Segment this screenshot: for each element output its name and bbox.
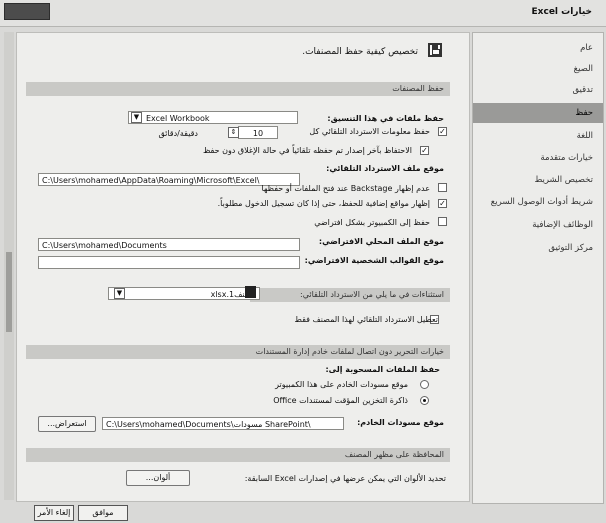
personal-templates-label: موقع القوالب الشخصية الافتراضي:	[304, 256, 444, 265]
checked-out-label: حفظ الملفات المسحوبة إلى:	[325, 365, 440, 374]
office-cache-label: ذاكرة التخزين المؤقت لمستندات Office	[273, 396, 408, 405]
no-backstage-label: عدم إظهار Backstage عند فتح الملفات أو ح…	[261, 184, 430, 193]
default-local-input[interactable]: C:\Users\mohamed\Documents	[38, 238, 300, 251]
personal-templates-input[interactable]	[38, 256, 300, 269]
excel-file-icon	[245, 286, 256, 298]
keep-last-checkbox[interactable]: ✓	[420, 146, 429, 155]
section-header-autorecover-exceptions: استثناءات في ما يلي من الاسترداد التلقائ…	[250, 288, 450, 302]
exceptions-workbook-select[interactable]: مصنف1.xlsx	[108, 287, 260, 300]
show-locations-checkbox[interactable]: ✓	[438, 199, 447, 208]
save-format-value: Excel Workbook	[146, 114, 210, 123]
autorecover-unit: دقيقة/دقائق	[158, 129, 198, 138]
section-header-offline-editing: خيارات التحرير دون اتصال لملفات خادم إدا…	[26, 345, 450, 359]
server-location-input[interactable]: C:\Users\mohamed\Documents\مسودات ShareP…	[102, 417, 344, 430]
sidebar-item-quick-access[interactable]: شريط أدوات الوصول السريع	[473, 193, 603, 211]
autorecover-checkbox[interactable]: ✓	[438, 127, 447, 136]
no-backstage-checkbox[interactable]	[438, 183, 447, 192]
server-drafts-label: موقع مسودات الخادم على هذا الكمبيوتر	[275, 380, 408, 389]
colors-label: تحديد الألوان التي يمكن عرضها في إصدارات…	[244, 474, 446, 483]
colors-button[interactable]: ألوان...	[126, 470, 190, 486]
save-icon	[428, 43, 442, 57]
sidebar-item-language[interactable]: اللغة	[473, 127, 603, 145]
window-title: خيارات Excel	[531, 7, 592, 17]
autorecover-label: حفظ معلومات الاسترداد التلقائي كل	[309, 127, 430, 136]
server-location-label: موقع مسودات الخادم:	[357, 418, 444, 427]
section-header-visual-appearance: المحافظة على مظهر المصنف	[26, 448, 450, 462]
sidebar-item-save[interactable]: حفظ	[473, 103, 603, 123]
server-drafts-radio[interactable]	[420, 380, 429, 389]
sidebar-item-formulas[interactable]: الصيغ	[473, 60, 603, 78]
autorecover-minutes-input[interactable]: 10	[238, 126, 278, 139]
show-locations-label: إظهار مواقع إضافية للحفظ، حتى إذا كان تس…	[217, 199, 430, 208]
disable-autorecover-label: تعطيل الاسترداد التلقائي لهذا المصنف فقط	[294, 315, 438, 324]
section-header-save-workbooks: حفظ المصنفات	[26, 82, 450, 96]
sidebar-item-customize-ribbon[interactable]: تخصيص الشريط	[473, 171, 603, 189]
browse-button[interactable]: استعراض...	[38, 416, 96, 432]
save-to-computer-checkbox[interactable]	[438, 217, 447, 226]
sidebar-item-advanced[interactable]: خيارات متقدمة	[473, 149, 603, 167]
exceptions-dropdown-icon[interactable]: ▼	[114, 288, 125, 299]
keep-last-label: الاحتفاظ بآخر إصدار تم حفظه تلقائياً في …	[202, 146, 412, 155]
save-format-select[interactable]: ▼ Excel Workbook	[128, 111, 298, 124]
sidebar-item-trust-center[interactable]: مركز التوثيق	[473, 239, 603, 257]
chevron-down-icon[interactable]: ▼	[131, 112, 142, 123]
autorecover-location-label: موقع ملف الاسترداد التلقائي:	[326, 164, 444, 173]
office-cache-radio[interactable]	[420, 396, 429, 405]
options-sidebar: عام الصيغ تدقيق حفظ اللغة خيارات متقدمة …	[472, 32, 604, 504]
save-format-label: حفظ ملفات في هذا التنسيق:	[327, 114, 444, 123]
sidebar-item-addins[interactable]: الوظائف الإضافية	[473, 216, 603, 234]
scrollbar[interactable]	[4, 32, 14, 500]
save-to-computer-label: حفظ إلى الكمبيوتر بشكل افتراضي	[314, 218, 430, 227]
ok-button[interactable]: موافق	[78, 505, 128, 521]
intro-text: تخصيص كيفية حفظ المصنفات.	[302, 47, 418, 57]
sidebar-item-proofing[interactable]: تدقيق	[473, 81, 603, 99]
minutes-spinner-icon[interactable]: ⇕	[228, 127, 239, 138]
title-bar: خيارات Excel	[0, 0, 606, 27]
sidebar-item-general[interactable]: عام	[473, 39, 603, 57]
default-local-label: موقع الملف المحلي الافتراضي:	[318, 237, 444, 246]
cancel-button[interactable]: إلغاء الأمر	[34, 505, 74, 521]
window-controls[interactable]	[4, 3, 50, 20]
scrollbar-thumb[interactable]	[6, 252, 12, 332]
excel-options-window: خيارات Excel عام الصيغ تدقيق حفظ اللغة خ…	[0, 0, 606, 523]
